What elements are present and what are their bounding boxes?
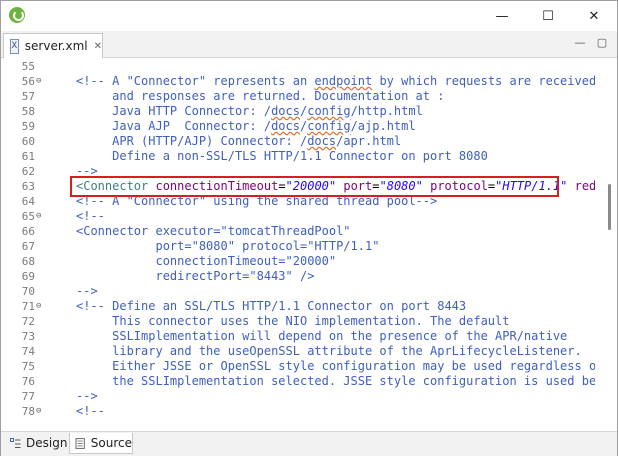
- code-line: 78 ⊖ <!--: [1, 404, 617, 419]
- code-text: library and the useOpenSSL attribute of …: [76, 344, 582, 358]
- tab-server-xml[interactable]: X server.xml ✕: [3, 33, 103, 58]
- line-number: 64: [21, 195, 35, 208]
- code-line: 58 Java HTTP Connector: /docs/config/htt…: [1, 104, 617, 119]
- code-text: Either JSSE or OpenSSL style configurati…: [76, 359, 604, 373]
- line-number: 75: [21, 360, 35, 373]
- line-number: 78: [21, 405, 35, 418]
- line-number: 59: [21, 120, 35, 133]
- code-text: -->: [76, 284, 98, 298]
- line-number: 68: [21, 255, 35, 268]
- code-text: APR (HTTP/AJP) Connector: /docs/apr.html: [76, 134, 402, 148]
- code-line: 57 and responses are returned. Documenta…: [1, 89, 617, 104]
- code-line: 75 Either JSSE or OpenSSL style configur…: [1, 359, 617, 374]
- code-text: Java HTTP Connector: /docs/config/http.h…: [76, 104, 423, 118]
- code-text: This connector uses the NIO implementati…: [76, 314, 510, 328]
- code-line: 74 library and the useOpenSSL attribute …: [1, 344, 617, 359]
- line-number: 62: [21, 165, 35, 178]
- line-number: 73: [21, 330, 35, 343]
- source-icon: [75, 437, 85, 449]
- source-tab-label: Source: [90, 436, 132, 450]
- code-line: 71 ⊖ <!-- Define an SSL/TLS HTTP/1.1 Conne…: [1, 299, 617, 314]
- code-text: <!--: [76, 404, 105, 418]
- line-number: 76: [21, 375, 35, 388]
- editor-tab-bar: X server.xml ✕ — ▢: [1, 31, 617, 58]
- spring-logo-icon: [9, 7, 25, 23]
- code-line: 59 Java AJP Connector: /docs/config/ajp.…: [1, 119, 617, 134]
- eclipse-window: — ☐ ✕ X server.xml ✕ — ▢ 55 56 ⊖ <!-- A "Co…: [0, 0, 618, 456]
- line-number: 74: [21, 345, 35, 358]
- code-line: 69 redirectPort="8443" />: [1, 269, 617, 284]
- close-tab-icon[interactable]: ✕: [94, 41, 102, 52]
- line-number: 71: [21, 300, 35, 313]
- code-line: 68 connectionTimeout="20000": [1, 254, 617, 269]
- code-line: 70 -->: [1, 284, 617, 299]
- code-text: -->: [76, 389, 98, 403]
- source-editor[interactable]: 55 56 ⊖ <!-- A "Connector" represents an en…: [1, 58, 617, 430]
- line-number: 72: [21, 315, 35, 328]
- xml-file-icon: X: [10, 38, 19, 54]
- line-number: 77: [21, 390, 35, 403]
- line-number: 58: [21, 105, 35, 118]
- close-button[interactable]: ✕: [571, 1, 617, 31]
- minimize-view-icon[interactable]: —: [573, 37, 587, 49]
- code-line: 66 <Connector executor="tomcatThreadPool": [1, 224, 617, 239]
- code-text: <!-- A "Connector" represents an endpoin…: [76, 74, 597, 88]
- code-text: SSLImplementation will depend on the pre…: [76, 329, 568, 343]
- line-number: 66: [21, 225, 35, 238]
- scrollbar-thumb[interactable]: [608, 184, 611, 230]
- line-number: 70: [21, 285, 35, 298]
- fold-toggle-icon[interactable]: ⊖: [36, 299, 46, 314]
- minimize-button[interactable]: —: [479, 1, 525, 31]
- design-icon: [10, 437, 21, 448]
- code-text: and responses are returned. Documentatio…: [76, 89, 445, 103]
- code-text: Java AJP Connector: /docs/config/ajp.htm…: [76, 119, 416, 133]
- maximize-view-icon[interactable]: ▢: [595, 37, 609, 49]
- code-text: <!-- Define an SSL/TLS HTTP/1.1 Connecto…: [76, 299, 467, 313]
- code-text: the SSLImplementation selected. JSSE sty…: [76, 374, 604, 388]
- maximize-button[interactable]: ☐: [525, 1, 571, 31]
- code-text: <!--: [76, 209, 105, 223]
- code-line: 55: [1, 59, 617, 74]
- code-line: 67 port="8080" protocol="HTTP/1.1": [1, 239, 617, 254]
- line-number: 61: [21, 150, 35, 163]
- line-number: 57: [21, 90, 35, 103]
- line-number: 63: [21, 180, 35, 193]
- line-number: 60: [21, 135, 35, 148]
- code-line: 76 the SSLImplementation selected. JSSE …: [1, 374, 617, 389]
- code-line: 65 ⊖ <!--: [1, 209, 617, 224]
- code-text: port="8080" protocol="HTTP/1.1": [76, 239, 380, 253]
- design-tab-label: Design: [26, 436, 68, 450]
- code-line: 60 APR (HTTP/AJP) Connector: /docs/apr.h…: [1, 134, 617, 149]
- code-line: 56 ⊖ <!-- A "Connector" represents an endp…: [1, 74, 617, 89]
- fold-toggle-icon[interactable]: ⊖: [36, 209, 46, 224]
- line-number: 67: [21, 240, 35, 253]
- overview-ruler: [595, 58, 617, 430]
- line-number: 65: [21, 210, 35, 223]
- tab-label: server.xml: [24, 39, 88, 53]
- code-text: redirectPort="8443" />: [76, 269, 315, 283]
- title-bar: — ☐ ✕: [1, 1, 617, 31]
- code-text: connectionTimeout="20000": [76, 254, 337, 268]
- fold-toggle-icon[interactable]: ⊖: [36, 74, 46, 89]
- editor-mode-tabs: Design Source: [1, 431, 617, 456]
- line-number: 69: [21, 270, 35, 283]
- highlight-box: [70, 176, 559, 197]
- code-text: <Connector executor="tomcatThreadPool": [76, 224, 351, 238]
- code-line: 61 Define a non-SSL/TLS HTTP/1.1 Connect…: [1, 149, 617, 164]
- tab-source[interactable]: Source: [69, 433, 133, 454]
- code-line: 73 SSLImplementation will depend on the …: [1, 329, 617, 344]
- line-number: 55: [21, 60, 35, 73]
- fold-toggle-icon[interactable]: ⊖: [36, 404, 46, 419]
- tab-design[interactable]: Design: [5, 433, 67, 453]
- code-text: Define a non-SSL/TLS HTTP/1.1 Connector …: [76, 149, 488, 163]
- code-line: 77 -->: [1, 389, 617, 404]
- code-line: 72 This connector uses the NIO implement…: [1, 314, 617, 329]
- line-number: 56: [21, 75, 35, 88]
